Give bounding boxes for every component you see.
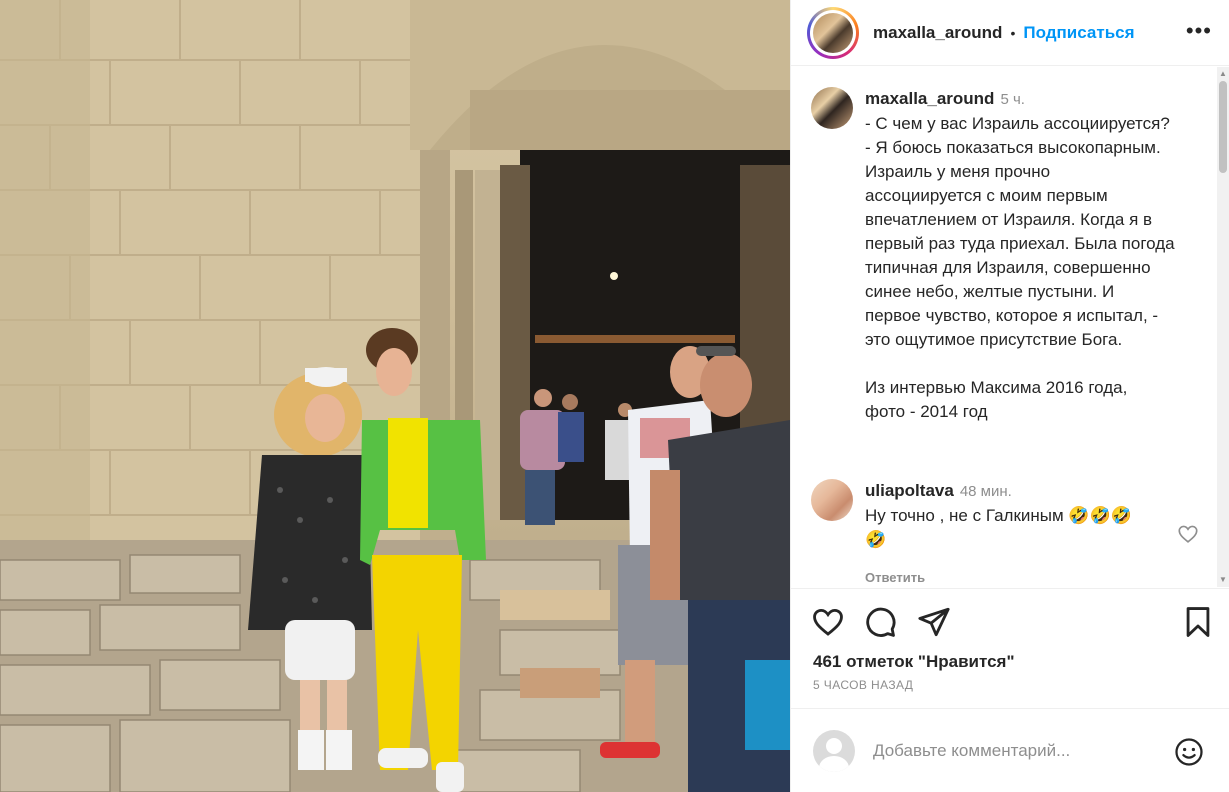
comment-text-line: 🤣 bbox=[865, 530, 887, 549]
add-comment-bar bbox=[791, 708, 1229, 792]
caption-line: первый раз туда приехал. Была погода bbox=[865, 234, 1175, 253]
separator-dot: • bbox=[1010, 24, 1016, 41]
caption-username[interactable]: maxalla_around bbox=[865, 89, 994, 108]
like-comment-heart-icon[interactable] bbox=[1177, 523, 1199, 545]
comment-avatar[interactable] bbox=[811, 479, 853, 521]
photo-illustration bbox=[0, 0, 790, 792]
post-photo[interactable] bbox=[0, 0, 790, 792]
share-icon[interactable] bbox=[917, 605, 951, 639]
post-actions: 461 отметок "Нравится" 5 ЧАСОВ НАЗАД bbox=[791, 588, 1229, 708]
caption-avatar[interactable] bbox=[811, 87, 853, 129]
caption-line: Израиль у меня прочно bbox=[865, 162, 1051, 181]
caption-time: 5 ч. bbox=[1000, 91, 1025, 108]
post-side-panel: maxalla_around • Подписаться ••• maxalla… bbox=[790, 0, 1229, 792]
follow-button[interactable]: Подписаться bbox=[1023, 23, 1134, 43]
comment-username[interactable]: uliapoltava bbox=[865, 481, 954, 500]
comment-time: 48 мин. bbox=[959, 483, 1012, 500]
bookmark-icon[interactable] bbox=[1181, 605, 1215, 639]
post-timestamp: 5 ЧАСОВ НАЗАД bbox=[813, 678, 914, 692]
caption-line: - Я боюсь показаться высокопарным. bbox=[865, 138, 1161, 157]
comments-area[interactable]: maxalla_around 5 ч. - С чем у вас Израиль… bbox=[791, 67, 1211, 587]
current-user-avatar bbox=[813, 729, 855, 772]
scroll-up-arrow[interactable]: ▲ bbox=[1219, 70, 1227, 78]
emoji-icon[interactable] bbox=[1174, 737, 1204, 767]
scroll-down-arrow[interactable]: ▼ bbox=[1219, 576, 1227, 584]
instagram-post-modal: maxalla_around • Подписаться ••• maxalla… bbox=[0, 0, 1229, 792]
reply-button[interactable]: Ответить bbox=[865, 566, 1175, 587]
comment-input[interactable] bbox=[873, 740, 1163, 761]
scroll-thumb[interactable] bbox=[1219, 81, 1227, 173]
caption-line: - С чем у вас Израиль ассоциируется? bbox=[865, 114, 1170, 133]
caption-line: Из интервью Максима 2016 года, bbox=[865, 378, 1128, 397]
header-username[interactable]: maxalla_around bbox=[873, 23, 1002, 43]
caption-line: впечатлением от Израиля. Когда я в bbox=[865, 210, 1153, 229]
likes-count[interactable]: 461 отметок "Нравится" bbox=[813, 652, 1015, 672]
more-icon[interactable]: ••• bbox=[1186, 20, 1212, 42]
comment-text-line: Ну точно , не с Галкиным 🤣🤣🤣 bbox=[865, 506, 1132, 525]
comments-scrollbar[interactable]: ▲ ▼ bbox=[1217, 67, 1229, 587]
caption-line: первое чувство, которое я испытал, - bbox=[865, 306, 1159, 325]
caption-line bbox=[865, 352, 1205, 376]
heart-icon[interactable] bbox=[811, 605, 845, 639]
caption-text: - С чем у вас Израиль ассоциируется? - Я… bbox=[865, 112, 1205, 424]
caption: maxalla_around 5 ч. - С чем у вас Израиль… bbox=[811, 87, 1211, 424]
comment-icon[interactable] bbox=[863, 605, 897, 639]
post-header: maxalla_around • Подписаться ••• bbox=[791, 0, 1229, 66]
story-ring[interactable] bbox=[807, 6, 859, 59]
caption-line: синее небо, желтые пустыни. И bbox=[865, 282, 1115, 301]
caption-line: ассоциируется с моим первым bbox=[865, 186, 1108, 205]
caption-line: фото - 2014 год bbox=[865, 402, 988, 421]
comment-item: uliapoltava 48 мин. Ну точно , не с Галки… bbox=[811, 479, 1211, 587]
caption-line: это ощутимое присутствие Бога. bbox=[865, 330, 1123, 349]
caption-line: типичная для Израиля, совершенно bbox=[865, 258, 1151, 277]
avatar bbox=[813, 12, 853, 53]
